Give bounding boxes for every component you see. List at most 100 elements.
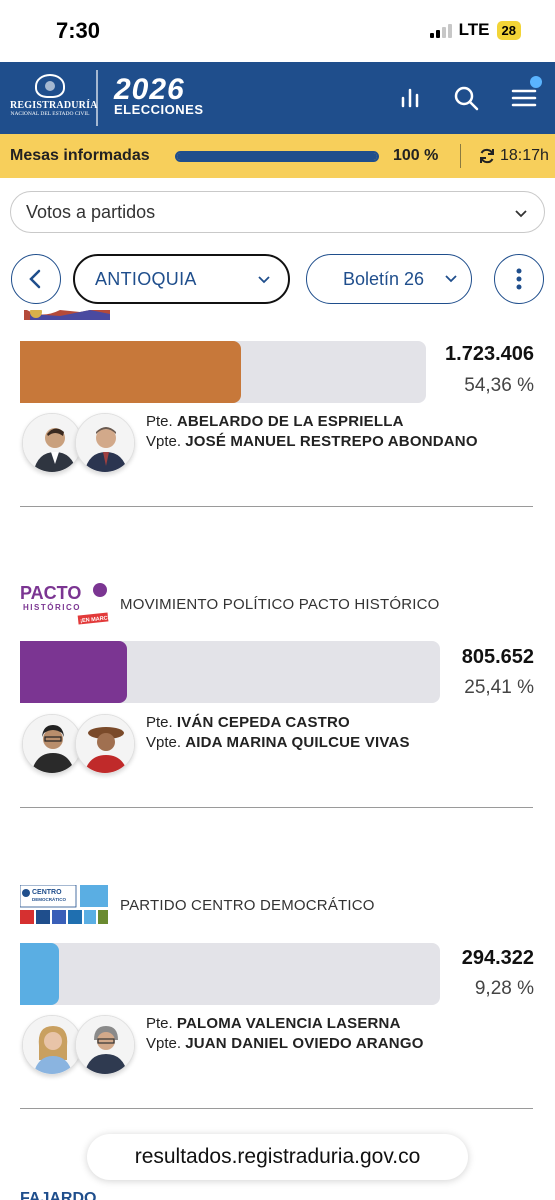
- party-result: PACTO HISTÓRICO ¡EN MARCHA! MOVIMIENTO P…: [0, 582, 555, 812]
- vice-candidate: Vpte. JUAN DANIEL OVIEDO ARANGO: [146, 1034, 424, 1054]
- progress-percent: 100 %: [393, 147, 439, 164]
- party-name: PARTIDO CENTRO DEMOCRÁTICO: [120, 897, 375, 914]
- president-name: PALOMA VALENCIA LASERNA: [176, 1015, 401, 1032]
- chevron-left-icon: [29, 269, 41, 289]
- president-name: ABELARDO DE LA ESPRIELLA: [176, 413, 404, 430]
- brand-subtitle: NACIONAL DEL ESTADO CIVIL: [10, 111, 90, 117]
- filter-row: ANTIOQUIA Boletín 26: [0, 253, 555, 305]
- department-value: ANTIOQUIA: [95, 269, 197, 289]
- pacto-historico-logo-icon: PACTO HISTÓRICO ¡EN MARCHA!: [20, 583, 118, 625]
- vote-count: 1.723.406: [445, 343, 534, 365]
- person-icon: [23, 414, 81, 472]
- progress-fill: [177, 153, 377, 160]
- person-icon: [23, 715, 81, 773]
- party-result: FAJARDO: [0, 1185, 555, 1200]
- centro-democratico-logo-icon: CENTRO DEMOCRÁTICO: [19, 884, 108, 924]
- chevron-down-icon: [445, 275, 457, 283]
- party-name: MOVIMIENTO POLÍTICO PACTO HISTÓRICO: [120, 596, 440, 613]
- party-logo: PACTO HISTÓRICO ¡EN MARCHA!: [20, 582, 118, 625]
- election-year: 2026: [114, 73, 185, 106]
- result-divider: [20, 506, 533, 507]
- candidate-avatar: [22, 1015, 82, 1075]
- vice-name: AIDA MARINA QUILCUE VIVAS: [185, 734, 410, 751]
- bulletin-select[interactable]: Boletín 26: [306, 254, 472, 304]
- vote-percent: 54,36 %: [464, 375, 534, 396]
- candidate-avatar: [22, 714, 82, 774]
- progress-label: Mesas informadas: [10, 147, 150, 164]
- election-label: ELECCIONES: [114, 102, 204, 117]
- candidate-avatar: [75, 1015, 135, 1075]
- vote-count: 805.652: [461, 646, 534, 668]
- progress-bar: [175, 151, 379, 162]
- candidate-avatar: [75, 413, 135, 473]
- party-result: CENTRO DEMOCRÁTICO PARTIDO CENTRO DEMOCR…: [0, 884, 555, 1115]
- progress-separator: [460, 144, 461, 168]
- header-divider: [96, 70, 98, 126]
- president-prefix: Pte.: [146, 1015, 173, 1032]
- bulletin-value: Boletín 26: [343, 269, 425, 289]
- president-candidate: Pte. IVÁN CEPEDA CASTRO: [146, 713, 350, 733]
- logo-text: PACTO: [20, 583, 81, 603]
- president-prefix: Pte.: [146, 413, 173, 430]
- vote-bar-fill: [20, 341, 241, 403]
- registraduria-logo[interactable]: REGISTRADURÍA NACIONAL DEL ESTADO CIVIL: [10, 74, 98, 117]
- president-name: IVÁN CEPEDA CASTRO: [176, 714, 350, 731]
- menu-icon[interactable]: [510, 84, 538, 112]
- more-vertical-icon: [516, 268, 522, 290]
- party-logo: FAJARDO: [20, 1190, 96, 1200]
- party-result: 1.723.406 54,36 % Pte. ABELARDO DE LA ES…: [0, 310, 555, 507]
- status-indicators: LTE 28: [429, 20, 521, 40]
- candidate-avatar: [75, 714, 135, 774]
- progress-strip: Mesas informadas 100 % 18:17h: [0, 134, 555, 178]
- app-header: REGISTRADURÍA NACIONAL DEL ESTADO CIVIL …: [0, 62, 555, 134]
- president-prefix: Pte.: [146, 714, 173, 731]
- update-time[interactable]: 18:17h: [478, 147, 549, 165]
- person-icon: [23, 1016, 81, 1074]
- url-bar[interactable]: resultados.registraduria.gov.co: [87, 1134, 468, 1180]
- network-label: LTE: [458, 20, 490, 39]
- logo-text: CENTRO: [32, 889, 62, 896]
- vote-bar: [20, 341, 426, 403]
- results-list: 1.723.406 54,36 % Pte. ABELARDO DE LA ES…: [0, 310, 555, 1200]
- candidate-avatar: [22, 413, 82, 473]
- search-icon[interactable]: [452, 84, 480, 112]
- logo-sub: HISTÓRICO: [23, 603, 81, 612]
- signal-icon: [429, 22, 452, 38]
- person-icon: [76, 1016, 134, 1074]
- view-select[interactable]: Votos a partidos: [10, 191, 545, 233]
- chevron-down-icon: [515, 210, 527, 218]
- vice-candidate: Vpte. AIDA MARINA QUILCUE VIVAS: [146, 733, 410, 753]
- party-logo: [24, 310, 110, 320]
- department-select[interactable]: ANTIOQUIA: [73, 254, 290, 304]
- vice-prefix: Vpte.: [146, 1035, 182, 1052]
- president-candidate: Pte. PALOMA VALENCIA LASERNA: [146, 1014, 401, 1034]
- vote-percent: 9,28 %: [474, 978, 534, 999]
- vote-bar-fill: [20, 641, 127, 703]
- vice-candidate: Vpte. JOSÉ MANUEL RESTREPO ABONDANO: [146, 432, 478, 452]
- vote-bar-fill: [20, 943, 59, 1005]
- vote-bar: [20, 641, 440, 703]
- update-time-text: 18:17h: [500, 147, 549, 164]
- status-bar: 7:30 LTE 28: [0, 0, 555, 62]
- view-select-value: Votos a partidos: [26, 202, 156, 222]
- person-icon: [76, 414, 134, 472]
- result-divider: [20, 807, 533, 808]
- notification-dot: [530, 76, 542, 88]
- bar-chart-icon[interactable]: [396, 84, 424, 112]
- vote-bar: [20, 943, 440, 1005]
- vice-name: JUAN DANIEL OVIEDO ARANGO: [185, 1035, 424, 1052]
- vote-count: 294.322: [461, 947, 534, 969]
- back-button[interactable]: [11, 254, 61, 304]
- result-divider: [20, 1108, 533, 1109]
- elecciones-logo: 2026 ELECCIONES: [114, 73, 204, 117]
- vice-name: JOSÉ MANUEL RESTREPO ABONDANO: [185, 433, 478, 450]
- brand-name: REGISTRADURÍA: [10, 100, 98, 111]
- logo-text: FAJARDO: [20, 1190, 96, 1200]
- chevron-down-icon: [258, 276, 270, 284]
- status-time: 7:30: [56, 18, 101, 43]
- vote-percent: 25,41 %: [464, 677, 534, 698]
- vice-prefix: Vpte.: [146, 433, 182, 450]
- battery-badge: 28: [496, 20, 521, 40]
- refresh-icon[interactable]: [478, 147, 496, 165]
- more-options-button[interactable]: [494, 254, 544, 304]
